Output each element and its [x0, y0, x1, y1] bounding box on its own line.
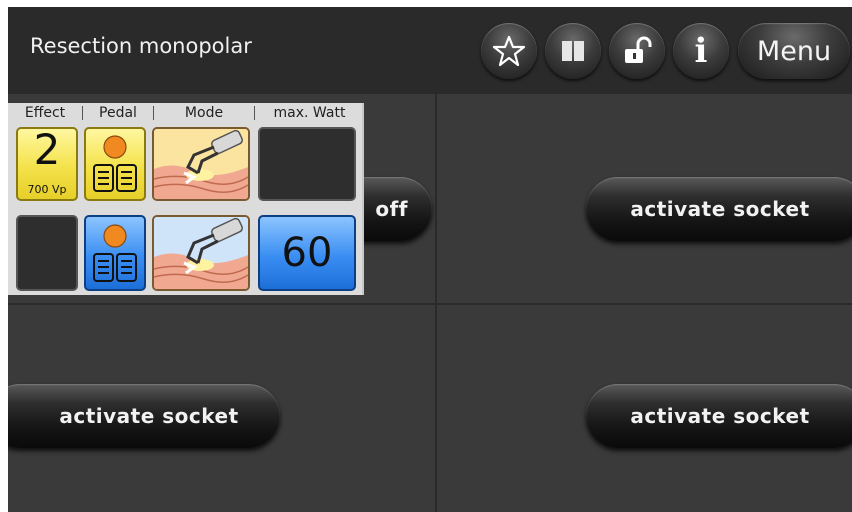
activate-socket-top-right-button[interactable]: activate socket	[586, 177, 852, 241]
favorites-button[interactable]	[481, 23, 537, 79]
effect-voltage: 700 Vp	[27, 183, 67, 196]
foot-pedal-icon	[93, 224, 137, 282]
unlock-icon	[625, 36, 652, 63]
activate-socket-bottom-right-button[interactable]: activate socket	[586, 384, 852, 448]
max-watt-tile-row1[interactable]	[258, 127, 356, 201]
resection-loop-icon	[154, 129, 248, 199]
manual-button[interactable]	[545, 23, 601, 79]
book-icon	[562, 41, 584, 61]
column-header-max-watt: max. Watt	[273, 105, 346, 121]
effect-tile-row2[interactable]	[16, 215, 78, 291]
instrument-settings-panel[interactable]: Effect Pedal Mode max. Watt 2 700 Vp 60	[8, 103, 364, 295]
mode-tile-row2[interactable]	[152, 215, 250, 291]
pedal-tile-row1[interactable]	[84, 127, 146, 201]
star-icon	[492, 35, 526, 67]
max-watt-tile-row2[interactable]: 60	[258, 215, 356, 291]
lock-button[interactable]	[609, 23, 665, 79]
menu-button[interactable]: Menu	[738, 23, 850, 79]
mode-tile-row1[interactable]	[152, 127, 250, 201]
foot-pedal-icon	[93, 135, 137, 192]
info-button[interactable]: i	[673, 23, 729, 79]
column-header-mode: Mode	[184, 105, 224, 121]
effect-tile-row1[interactable]: 2 700 Vp	[16, 127, 78, 201]
resection-loop-icon	[154, 217, 248, 289]
pedal-tile-row2[interactable]	[84, 215, 146, 291]
max-watt-value: 60	[281, 230, 333, 276]
column-header-effect: Effect	[24, 105, 66, 121]
column-header-pedal: Pedal	[99, 105, 137, 121]
header-bar: Resection monopolar i Menu	[8, 7, 852, 94]
max-watt-value	[260, 129, 354, 199]
info-icon: i	[694, 31, 708, 71]
page-title: Resection monopolar	[30, 34, 252, 58]
quadrant-divider-horizontal	[8, 303, 852, 305]
effect-value: 2	[33, 127, 61, 174]
activate-socket-bottom-left-button[interactable]: activate socket	[8, 384, 280, 448]
device-screen: Resection monopolar i Menu off activate …	[8, 7, 852, 512]
